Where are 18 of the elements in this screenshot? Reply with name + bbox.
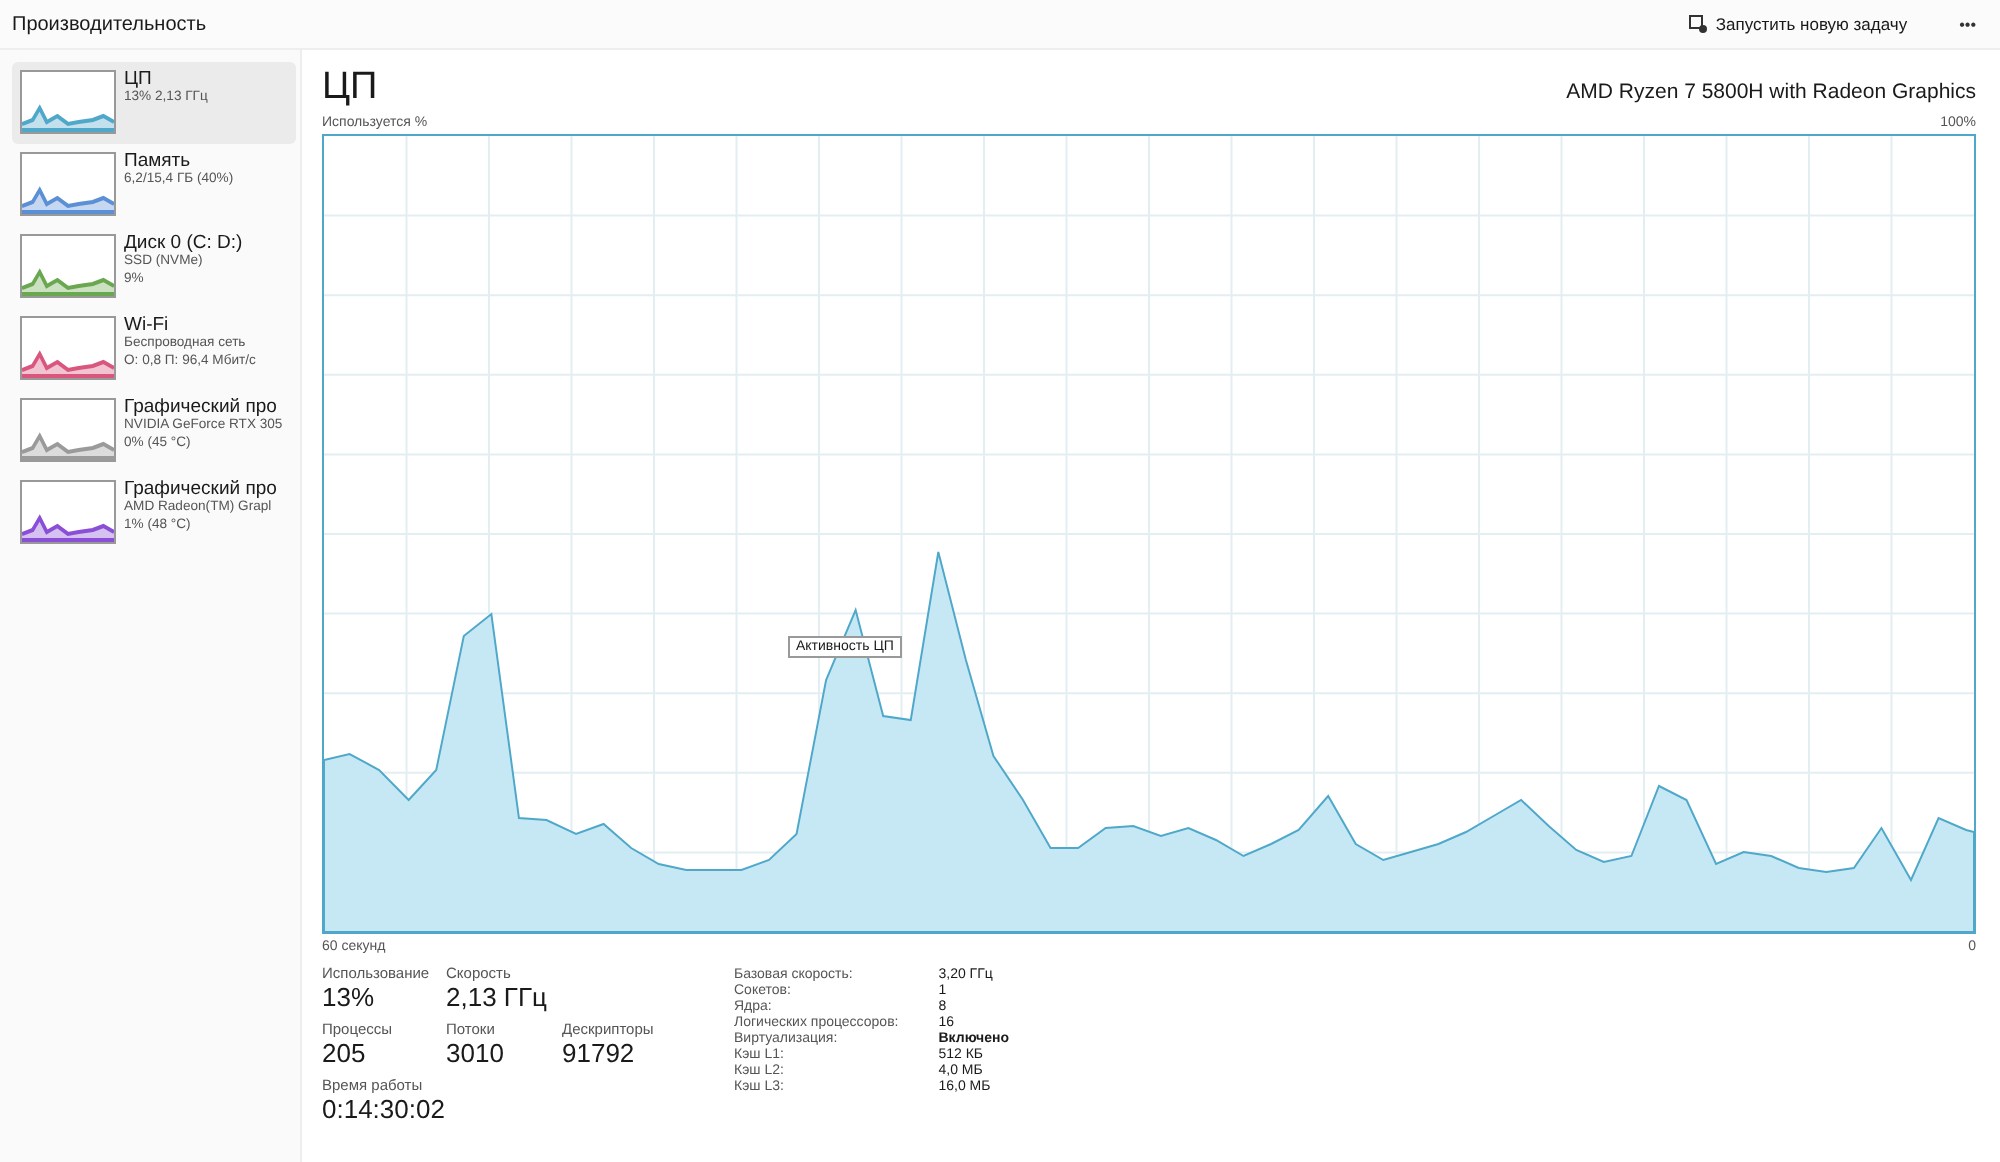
new-task-button[interactable]: Запустить новую задачу: [1679, 10, 1916, 38]
stat-value: 0:14:30:02: [322, 1094, 447, 1124]
more-button[interactable]: •••: [1947, 13, 1988, 35]
new-task-icon: [1687, 14, 1708, 34]
item-name: Диск 0 (C: D:): [124, 232, 243, 254]
item-name: Wi-Fi: [124, 314, 171, 336]
section-title: ЦП: [322, 66, 378, 110]
cpu-model: AMD Ryzen 7 5800H with Radeon Graphics: [1566, 80, 1976, 108]
item-name: ЦП: [124, 68, 154, 90]
stat-value: 3010: [446, 1038, 506, 1068]
stat-value: 205: [322, 1038, 368, 1068]
item-name: Память: [124, 150, 193, 172]
stat-value: 2,13 ГГц: [446, 982, 549, 1012]
stat-value: 13%: [322, 982, 377, 1012]
stat-value: 91792: [562, 1038, 637, 1068]
item-name: Графический про: [124, 478, 277, 500]
page-title: Производительность: [12, 13, 209, 35]
item-name: Графический про: [124, 396, 279, 418]
